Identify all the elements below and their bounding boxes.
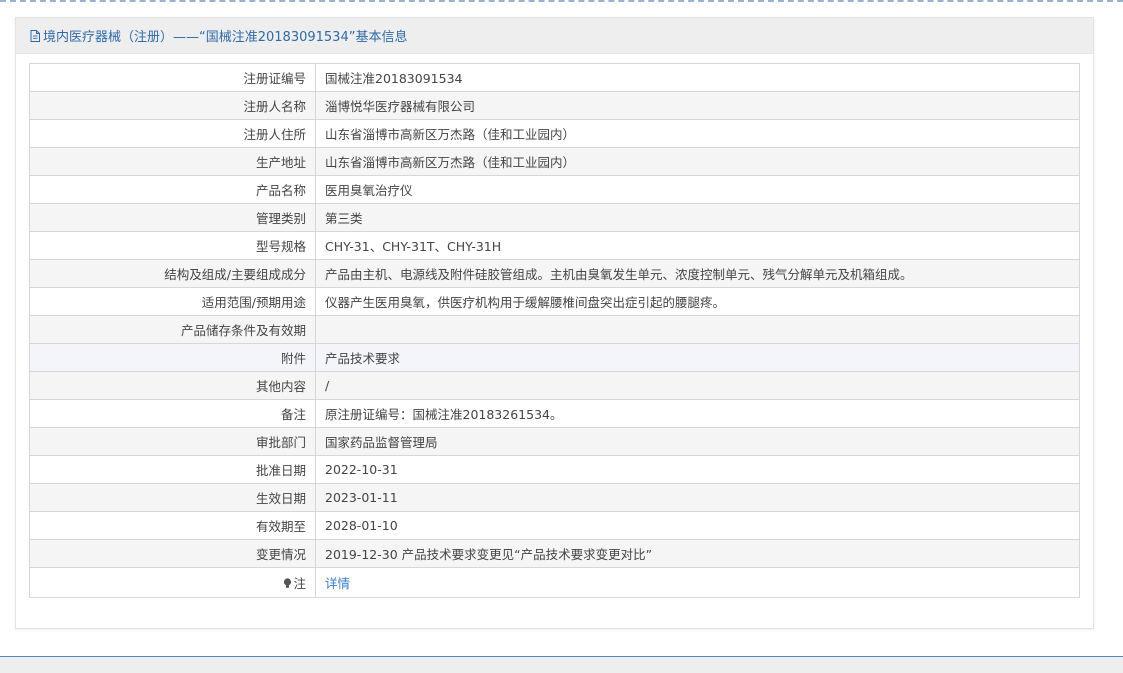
row-label: 变更情况 (29, 539, 316, 568)
row-label: 适用范围/预期用途 (29, 287, 316, 316)
row-value: 山东省淄博市高新区万杰路（佳和工业园内） (315, 147, 1080, 176)
page-title: 境内医疗器械（注册）——“国械注准20183091534”基本信息 (43, 30, 408, 45)
row-value: 产品技术要求 (315, 343, 1080, 372)
row-value: CHY-31、CHY-31T、CHY-31H (315, 231, 1080, 260)
table-row: 其他内容 / (29, 371, 1080, 400)
table-row: 适用范围/预期用途 仪器产生医用臭氧，供医疗机构用于缓解腰椎间盘突出症引起的腰腿… (29, 287, 1080, 316)
table-row: 有效期至 2028-01-10 (29, 511, 1080, 540)
row-value (315, 315, 1080, 344)
row-value: 国家药品监督管理局 (315, 427, 1080, 456)
row-label: 结构及组成/主要组成成分 (29, 259, 316, 288)
row-label: 产品储存条件及有效期 (29, 315, 316, 344)
table-row: 附件 产品技术要求 (29, 343, 1080, 372)
row-label: 审批部门 (29, 427, 316, 456)
row-label: 其他内容 (29, 371, 316, 400)
row-value: 原注册证编号：国械注准20183261534。 (315, 399, 1080, 428)
row-value: / (315, 371, 1080, 400)
row-value: 2022-10-31 (315, 455, 1080, 484)
note-label-cell: 注 (29, 567, 316, 598)
row-label: 生产地址 (29, 147, 316, 176)
info-panel: 境内医疗器械（注册）——“国械注准20183091534”基本信息 注册证编号 … (15, 17, 1094, 629)
table-row: 注册证编号 国械注准20183091534 (29, 63, 1080, 92)
row-value: 2028-01-10 (315, 511, 1080, 540)
table-row: 批准日期 2022-10-31 (29, 455, 1080, 484)
top-divider (0, 0, 1123, 3)
table-row: 产品储存条件及有效期 (29, 315, 1080, 344)
row-value: 2023-01-11 (315, 483, 1080, 512)
panel-header: 境内医疗器械（注册）——“国械注准20183091534”基本信息 (16, 18, 1093, 54)
row-value: 2019-12-30 产品技术要求变更见“产品技术要求变更对比” (315, 539, 1080, 568)
note-value-cell: 详情 (315, 567, 1080, 598)
table-row: 注册人名称 淄博悦华医疗器械有限公司 (29, 91, 1080, 120)
document-icon (30, 29, 40, 42)
details-link[interactable]: 详情 (325, 576, 350, 591)
row-label: 注册证编号 (29, 63, 316, 92)
bottom-bar (0, 656, 1123, 673)
row-label: 注册人住所 (29, 119, 316, 148)
row-value: 国械注准20183091534 (315, 63, 1080, 92)
row-label: 有效期至 (29, 511, 316, 540)
table-row: 结构及组成/主要组成成分 产品由主机、电源线及附件硅胶管组成。主机由臭氧发生单元… (29, 259, 1080, 288)
row-label: 生效日期 (29, 483, 316, 512)
row-value: 仪器产生医用臭氧，供医疗机构用于缓解腰椎间盘突出症引起的腰腿疼。 (315, 287, 1080, 316)
table-row: 产品名称 医用臭氧治疗仪 (29, 175, 1080, 204)
row-value: 第三类 (315, 203, 1080, 232)
bulb-icon (284, 578, 292, 588)
row-label: 型号规格 (29, 231, 316, 260)
row-label: 批准日期 (29, 455, 316, 484)
table-row: 型号规格 CHY-31、CHY-31T、CHY-31H (29, 231, 1080, 260)
info-table: 注册证编号 国械注准20183091534 注册人名称 淄博悦华医疗器械有限公司… (29, 63, 1080, 598)
note-label: 注 (293, 576, 306, 591)
row-label: 产品名称 (29, 175, 316, 204)
table-row: 生产地址 山东省淄博市高新区万杰路（佳和工业园内） (29, 147, 1080, 176)
row-value: 山东省淄博市高新区万杰路（佳和工业园内） (315, 119, 1080, 148)
row-label: 附件 (29, 343, 316, 372)
row-value: 医用臭氧治疗仪 (315, 175, 1080, 204)
table-row: 注册人住所 山东省淄博市高新区万杰路（佳和工业园内） (29, 119, 1080, 148)
table-row: 备注 原注册证编号：国械注准20183261534。 (29, 399, 1080, 428)
row-label: 备注 (29, 399, 316, 428)
row-value: 淄博悦华医疗器械有限公司 (315, 91, 1080, 120)
table-row: 变更情况 2019-12-30 产品技术要求变更见“产品技术要求变更对比” (29, 539, 1080, 568)
table-row: 审批部门 国家药品监督管理局 (29, 427, 1080, 456)
row-label: 管理类别 (29, 203, 316, 232)
row-label: 注册人名称 (29, 91, 316, 120)
table-row: 管理类别 第三类 (29, 203, 1080, 232)
row-value: 产品由主机、电源线及附件硅胶管组成。主机由臭氧发生单元、浓度控制单元、残气分解单… (315, 259, 1080, 288)
note-row: 注 详情 (29, 567, 1080, 598)
table-row: 生效日期 2023-01-11 (29, 483, 1080, 512)
